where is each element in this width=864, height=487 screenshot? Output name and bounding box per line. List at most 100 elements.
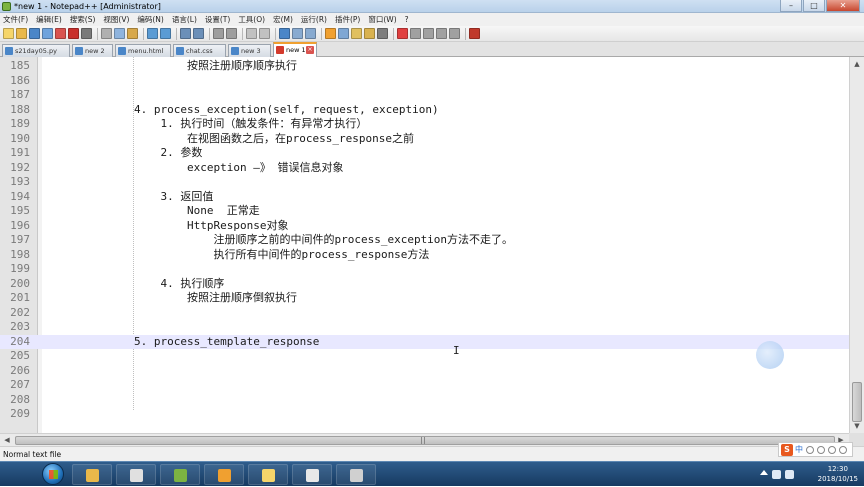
editor-line[interactable]: 191 2. 参数	[0, 146, 849, 161]
show-hidden-icons-icon[interactable]	[760, 470, 768, 475]
editor-line[interactable]: 192 exception —》 错误信息对象	[0, 161, 849, 176]
editor-line[interactable]: 195 None 正常走	[0, 204, 849, 219]
doc-map-icon[interactable]	[338, 28, 349, 39]
replace-icon[interactable]	[193, 28, 204, 39]
editor-line[interactable]: 201 按照注册顺序倒叙执行	[0, 291, 849, 306]
tab-1[interactable]: new 2	[72, 44, 113, 57]
menu-item-6[interactable]: 设置(T)	[205, 13, 230, 26]
indent-guide-icon[interactable]	[305, 28, 316, 39]
scroll-down-arrow-icon[interactable]: ▼	[852, 421, 862, 431]
editor-line[interactable]: 199	[0, 262, 849, 277]
tab-2[interactable]: menu.html	[115, 44, 171, 57]
scroll-left-arrow-icon[interactable]: ◀	[2, 435, 12, 445]
editor-line[interactable]: 206	[0, 364, 849, 379]
print-icon[interactable]	[81, 28, 92, 39]
taskbar-app-5[interactable]	[248, 464, 288, 485]
editor-line[interactable]: 185 按照注册顺序顺序执行	[0, 59, 849, 74]
editor-line[interactable]: 193	[0, 175, 849, 190]
folder-workspace-icon[interactable]	[364, 28, 375, 39]
cut-icon[interactable]	[101, 28, 112, 39]
editor-line[interactable]: 189 1. 执行时间（触发条件：有异常才执行）	[0, 117, 849, 132]
tab-0[interactable]: s21day05.py	[2, 44, 70, 57]
editor-area[interactable]: 185 按照注册顺序顺序执行 186 187 188 4. process_except…	[0, 57, 849, 433]
menu-item-11[interactable]: 窗口(W)	[368, 13, 396, 26]
menu-item-8[interactable]: 宏(M)	[273, 13, 293, 26]
scroll-up-arrow-icon[interactable]: ▲	[852, 59, 862, 69]
editor-line[interactable]: 200 4. 执行顺序	[0, 277, 849, 292]
sogou-ime-logo-icon[interactable]: S	[781, 443, 793, 456]
zoom-out-icon[interactable]	[226, 28, 237, 39]
redo-icon[interactable]	[160, 28, 171, 39]
keyboard-icon[interactable]	[839, 445, 847, 454]
undo-icon[interactable]	[147, 28, 158, 39]
menu-item-12[interactable]: ?	[405, 13, 409, 26]
editor-line[interactable]: 207	[0, 378, 849, 393]
taskbar-app-6[interactable]	[292, 464, 332, 485]
editor-line[interactable]: 197 注册顺序之前的中间件的process_exception方法不走了。	[0, 233, 849, 248]
vertical-scrollbar[interactable]: ▲ ▼	[849, 57, 864, 433]
open-file-icon[interactable]	[16, 28, 27, 39]
editor-line[interactable]: 190 在视图函数之后，在process_response之前	[0, 132, 849, 147]
menu-item-2[interactable]: 搜索(S)	[70, 13, 96, 26]
paste-icon[interactable]	[127, 28, 138, 39]
editor-line[interactable]: 196 HttpResponse对象	[0, 219, 849, 234]
word-wrap-icon[interactable]	[279, 28, 290, 39]
save-icon[interactable]	[29, 28, 40, 39]
sync-h-icon[interactable]	[259, 28, 270, 39]
minimize-button[interactable]: –	[780, 0, 802, 12]
microphone-icon[interactable]	[828, 445, 836, 454]
menu-item-0[interactable]: 文件(F)	[3, 13, 28, 26]
play-multiple-icon[interactable]	[436, 28, 447, 39]
editor-line[interactable]: 208	[0, 393, 849, 408]
editor-line[interactable]: 198 执行所有中间件的process_response方法	[0, 248, 849, 263]
zoom-in-icon[interactable]	[213, 28, 224, 39]
horizontal-scrollbar[interactable]: ◀ ▶	[0, 433, 849, 446]
close-all-icon[interactable]	[68, 28, 79, 39]
volume-icon[interactable]	[785, 470, 794, 479]
editor-line[interactable]: 209	[0, 407, 849, 422]
new-file-icon[interactable]	[3, 28, 14, 39]
vertical-scroll-thumb[interactable]	[852, 382, 862, 422]
record-macro-icon[interactable]	[397, 28, 408, 39]
system-clock[interactable]: 12:30 2018/10/15	[818, 464, 858, 484]
show-all-chars-icon[interactable]	[292, 28, 303, 39]
close-icon[interactable]	[55, 28, 66, 39]
play-macro-icon[interactable]	[423, 28, 434, 39]
find-icon[interactable]	[180, 28, 191, 39]
ime-mode-toggle[interactable]: 中	[795, 444, 803, 455]
editor-line[interactable]: 205	[0, 349, 849, 364]
menu-item-3[interactable]: 视图(V)	[103, 13, 129, 26]
copy-icon[interactable]	[114, 28, 125, 39]
network-icon[interactable]	[772, 470, 781, 479]
menu-item-5[interactable]: 语言(L)	[172, 13, 197, 26]
start-button[interactable]	[42, 463, 64, 485]
menu-item-10[interactable]: 插件(P)	[335, 13, 360, 26]
floating-recorder-orb-icon[interactable]	[756, 341, 784, 369]
editor-line[interactable]: 188 4. process_exception(self, request, e…	[0, 103, 849, 118]
save-all-icon[interactable]	[42, 28, 53, 39]
menu-item-4[interactable]: 编码(N)	[137, 13, 163, 26]
title-bar[interactable]: *new 1 - Notepad++ [Administrator] – □ ✕	[0, 0, 864, 13]
tab-3[interactable]: chat.css	[173, 44, 226, 57]
udl-icon[interactable]	[325, 28, 336, 39]
menu-item-7[interactable]: 工具(O)	[238, 13, 265, 26]
ime-toolbar[interactable]: S 中	[778, 442, 853, 457]
taskbar-app-3[interactable]	[160, 464, 200, 485]
punctuation-mode-icon[interactable]	[806, 445, 814, 454]
monitor-icon[interactable]	[377, 28, 388, 39]
sync-v-icon[interactable]	[246, 28, 257, 39]
emoji-icon[interactable]	[817, 445, 825, 454]
tab-5[interactable]: new 1 ×	[273, 42, 317, 58]
editor-line[interactable]: 194 3. 返回值	[0, 190, 849, 205]
editor-line[interactable]: 187	[0, 88, 849, 103]
menu-item-1[interactable]: 编辑(E)	[36, 13, 62, 26]
tab-4[interactable]: new 3	[228, 44, 271, 57]
save-macro-icon[interactable]	[449, 28, 460, 39]
function-list-icon[interactable]	[351, 28, 362, 39]
maximize-button[interactable]: □	[803, 0, 825, 12]
close-window-button[interactable]: ✕	[826, 0, 860, 12]
editor-line[interactable]: 204 5. process_template_response	[0, 334, 849, 349]
menu-item-9[interactable]: 运行(R)	[301, 13, 327, 26]
stop-macro-icon[interactable]	[410, 28, 421, 39]
spellcheck-icon[interactable]	[469, 28, 480, 39]
